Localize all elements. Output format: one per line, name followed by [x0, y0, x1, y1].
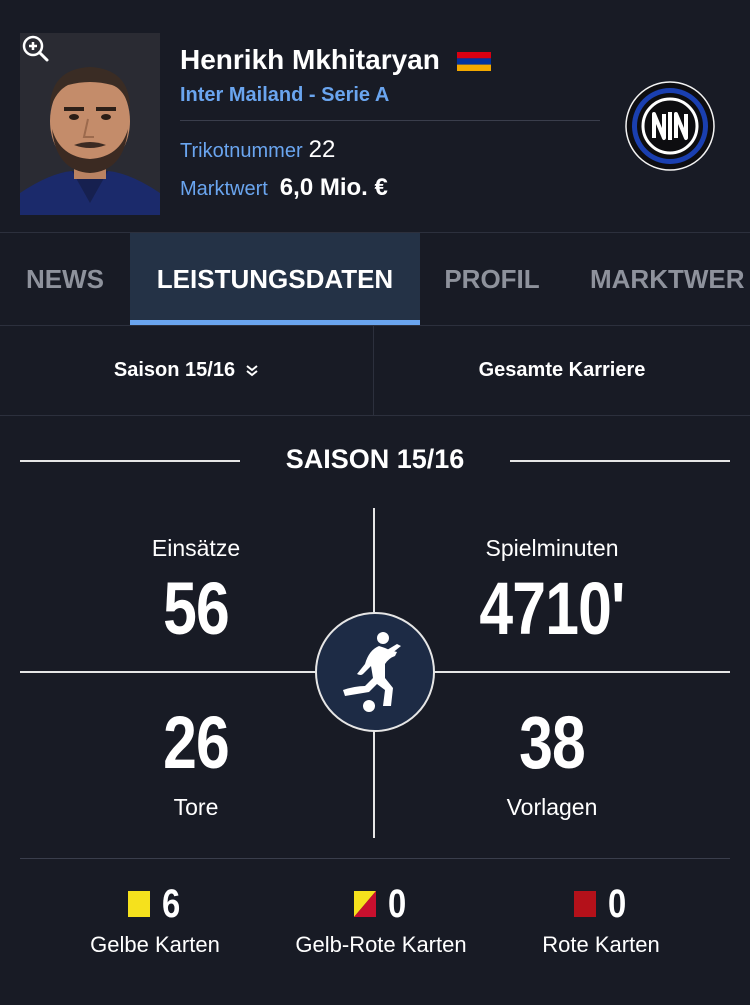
stat-assists-label: Vorlagen	[506, 794, 598, 820]
stat-goals-value: 26	[163, 701, 230, 784]
shirt-number-row: Trikotnummer 22	[180, 136, 335, 164]
yellow-cards-value: 6	[161, 882, 181, 926]
zoom-in-icon[interactable]	[20, 33, 50, 63]
tab-news[interactable]: NEWS	[0, 233, 130, 325]
red-card-icon	[573, 891, 596, 917]
header-divider	[180, 120, 600, 121]
red-cards-stat: 0 Rote Karten	[506, 884, 696, 958]
yellow-card-icon	[127, 891, 150, 917]
section-title: SAISON 15/16	[285, 444, 465, 474]
tab-leistungsdaten[interactable]: LEISTUNGSDATEN	[130, 233, 420, 325]
player-header: Henrikh Mkhitaryan Inter Mailand - Serie…	[0, 0, 750, 232]
yellow-red-cards-label: Gelb-Rote Karten	[295, 932, 467, 957]
yellow-red-cards-stat: 0 Gelb-Rote Karten	[276, 884, 486, 958]
season-dropdown-label: Saison 15/16	[113, 359, 236, 381]
red-cards-label: Rote Karten	[542, 932, 660, 957]
shirt-number-label: Trikotnummer	[180, 140, 303, 162]
tab-profil[interactable]: PROFIL	[420, 233, 564, 325]
stat-appearances-value: 56	[163, 567, 230, 650]
stat-appearances: Einsätze 56	[46, 535, 346, 646]
stat-minutes-value: 4710'	[479, 567, 625, 650]
market-value-value: 6,0 Mio. €	[279, 174, 388, 201]
player-photo[interactable]	[20, 33, 160, 215]
stat-goals-label: Tore	[173, 794, 219, 820]
market-value-row: Marktwert 6,0 Mio. €	[180, 174, 388, 202]
yellow-red-card-icon	[353, 891, 376, 917]
armenia-flag-icon	[457, 52, 491, 71]
career-button[interactable]: Gesamte Karriere	[374, 325, 750, 415]
inter-milan-logo-icon[interactable]	[624, 80, 716, 172]
tab-marktwert[interactable]: MARKTWER	[564, 233, 750, 325]
stat-minutes: Spielminuten 4710'	[402, 535, 702, 646]
tab-bar: NEWS LEISTUNGSDATEN PROFIL MARKTWER	[0, 232, 750, 326]
red-cards-value: 0	[607, 882, 627, 926]
yellow-red-cards-value: 0	[387, 882, 407, 926]
stat-minutes-label: Spielminuten	[485, 535, 619, 561]
shirt-number-value: 22	[308, 136, 336, 163]
season-selector-bar: Saison 15/16 Gesamte Karriere	[0, 325, 750, 416]
yellow-cards-label: Gelbe Karten	[90, 932, 220, 957]
stat-goals: 26 Tore	[46, 706, 346, 821]
double-chevron-down-icon	[246, 364, 258, 376]
season-dropdown[interactable]: Saison 15/16	[0, 325, 374, 415]
market-value-label: Marktwert	[180, 178, 268, 200]
stat-assists-value: 38	[519, 701, 586, 784]
cards-divider	[20, 858, 730, 859]
stat-appearances-label: Einsätze	[151, 535, 241, 561]
player-name: Henrikh Mkhitaryan	[180, 44, 440, 75]
football-player-icon	[343, 632, 401, 712]
club-league-link[interactable]: Inter Mailand - Serie A	[180, 84, 389, 107]
football-player-badge	[315, 612, 435, 732]
yellow-cards-stat: 6 Gelbe Karten	[60, 884, 250, 958]
stat-assists: 38 Vorlagen	[402, 706, 702, 821]
